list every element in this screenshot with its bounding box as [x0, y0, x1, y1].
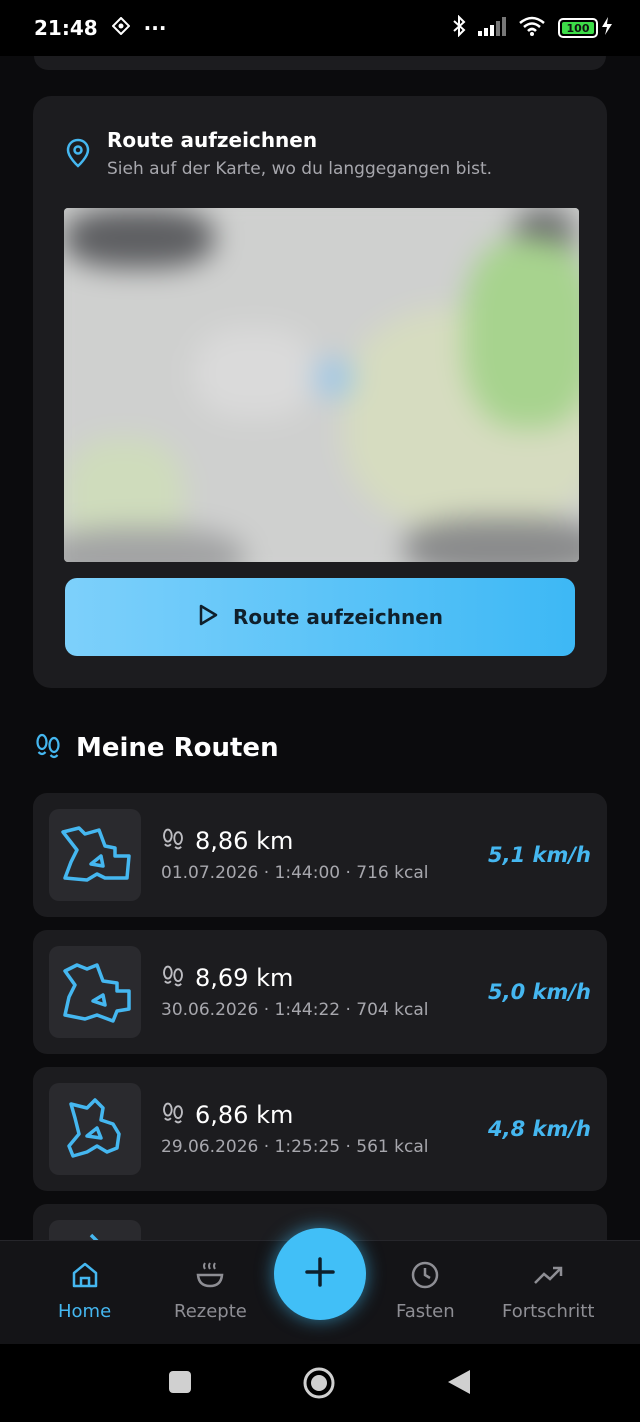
map-tiles — [64, 208, 579, 562]
nav-recipes-label: Rezepte — [174, 1301, 247, 1322]
route-info: 6,86 km 29.06.2026 · 1:25:25 · 561 kcal — [161, 1101, 488, 1157]
play-icon — [197, 603, 219, 631]
my-routes-header: Meine Routen — [34, 732, 279, 764]
footprints-icon — [161, 827, 185, 855]
record-route-button-label: Route aufzeichnen — [232, 605, 444, 629]
location-status-icon — [111, 16, 131, 39]
system-navigation-bar — [0, 1344, 640, 1422]
route-distance-line: 8,86 km — [161, 827, 488, 855]
home-icon — [69, 1259, 101, 1295]
status-bar: 21:48 ··· 100 — [0, 0, 640, 56]
charging-icon — [602, 17, 612, 39]
status-left: 21:48 ··· — [34, 16, 166, 40]
previous-card-edge — [34, 56, 606, 70]
record-route-card: Route aufzeichnen Sieh auf der Karte, wo… — [33, 96, 607, 688]
nav-recipes[interactable]: Rezepte — [174, 1259, 247, 1322]
clock-icon — [409, 1259, 441, 1295]
battery-level: 100 — [562, 22, 594, 35]
route-distance: 8,69 km — [195, 964, 294, 992]
battery-indicator: 100 — [558, 17, 612, 39]
nav-home-label: Home — [58, 1301, 112, 1322]
record-route-text: Route aufzeichnen Sieh auf der Karte, wo… — [107, 128, 492, 179]
route-thumbnail — [49, 946, 141, 1038]
route-thumbnail — [49, 1220, 141, 1240]
route-speed: 4,8 km/h — [488, 1117, 591, 1141]
back-system-button[interactable] — [446, 1368, 472, 1400]
status-right: 100 — [452, 14, 612, 41]
route-meta: 01.07.2026 · 1:44:00 · 716 kcal — [161, 863, 429, 883]
record-route-title: Route aufzeichnen — [107, 128, 318, 152]
footprints-icon — [161, 964, 185, 992]
wifi-icon — [518, 15, 546, 41]
add-button[interactable] — [274, 1228, 366, 1320]
route-meta: 29.06.2026 · 1:25:25 · 561 kcal — [161, 1137, 429, 1157]
route-list-item[interactable]: 8,69 km 30.06.2026 · 1:44:22 · 704 kcal … — [33, 930, 607, 1054]
route-list-item[interactable]: 6,86 km 29.06.2026 · 1:25:25 · 561 kcal … — [33, 1067, 607, 1191]
route-thumbnail — [49, 809, 141, 901]
record-route-subtitle: Sieh auf der Karte, wo du langgegangen b… — [107, 159, 493, 179]
route-map[interactable] — [64, 208, 579, 562]
route-info: 8,86 km 01.07.2026 · 1:44:00 · 716 kcal — [161, 827, 488, 883]
route-distance-line: 6,86 km — [161, 1101, 488, 1129]
nav-progress[interactable]: Fortschritt — [502, 1259, 594, 1322]
nav-home[interactable]: Home — [58, 1259, 111, 1322]
status-time: 21:48 — [34, 16, 98, 40]
route-distance-line: 8,69 km — [161, 964, 488, 992]
soup-bowl-icon — [194, 1259, 226, 1295]
nav-fasting[interactable]: Fasten — [396, 1259, 455, 1322]
route-list-item[interactable]: 8,86 km 01.07.2026 · 1:44:00 · 716 kcal … — [33, 793, 607, 917]
signal-icon — [478, 16, 506, 40]
nav-progress-label: Fortschritt — [502, 1301, 595, 1322]
record-route-header: Route aufzeichnen Sieh auf der Karte, wo… — [65, 128, 492, 179]
route-meta: 30.06.2026 · 1:44:22 · 704 kcal — [161, 1000, 429, 1020]
trending-up-icon — [532, 1259, 564, 1295]
footprints-icon — [34, 732, 62, 764]
nav-fasting-label: Fasten — [396, 1301, 455, 1322]
location-pin-icon — [65, 138, 91, 172]
home-system-button[interactable] — [302, 1366, 336, 1404]
my-routes-title: Meine Routen — [76, 733, 279, 763]
record-route-button[interactable]: Route aufzeichnen — [65, 578, 575, 656]
route-distance: 6,86 km — [195, 1101, 294, 1129]
route-distance: 8,86 km — [195, 827, 294, 855]
bluetooth-icon — [452, 14, 466, 41]
route-speed: 5,1 km/h — [488, 843, 591, 867]
route-thumbnail — [49, 1083, 141, 1175]
status-more-dots: ··· — [143, 16, 167, 40]
route-speed: 5,0 km/h — [488, 980, 591, 1004]
footprints-icon — [161, 1101, 185, 1129]
scroll-content[interactable]: Route aufzeichnen Sieh auf der Karte, wo… — [0, 56, 640, 1240]
route-info: 8,69 km 30.06.2026 · 1:44:22 · 704 kcal — [161, 964, 488, 1020]
battery-body: 100 — [558, 18, 598, 38]
plus-icon — [303, 1255, 337, 1293]
recent-apps-button[interactable] — [168, 1370, 192, 1398]
